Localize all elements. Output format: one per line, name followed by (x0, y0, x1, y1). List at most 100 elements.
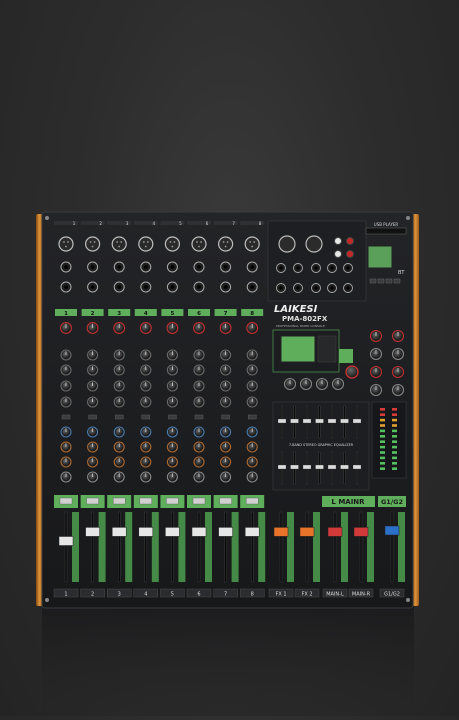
player-button[interactable] (393, 278, 401, 284)
gain-knob[interactable] (246, 322, 259, 334)
channel-knob-1[interactable] (140, 349, 152, 361)
gain-knob[interactable] (166, 322, 179, 334)
channel-knob-3[interactable] (193, 380, 205, 392)
main-out-xlr-left[interactable] (278, 235, 296, 253)
xlr-input[interactable] (191, 236, 207, 252)
channel-switch[interactable] (221, 414, 230, 420)
mute-button[interactable] (139, 497, 153, 505)
channel-knob-1[interactable] (87, 349, 99, 361)
channel-knob-3[interactable] (87, 380, 99, 392)
rca-red[interactable] (346, 237, 354, 245)
channel-knob-7[interactable] (166, 456, 178, 468)
gain-knob[interactable] (139, 322, 152, 334)
channel-knob-2[interactable] (220, 364, 232, 376)
channel-knob-2[interactable] (87, 364, 99, 376)
mute-button[interactable] (192, 497, 206, 505)
fader-cap[interactable] (273, 527, 289, 537)
channel-knob-5[interactable] (60, 426, 72, 438)
fader-cap[interactable] (218, 527, 233, 537)
channel-knob-1[interactable] (220, 349, 232, 361)
rca-red-2[interactable] (346, 250, 354, 258)
channel-knob-5[interactable] (246, 426, 258, 438)
channel-switch[interactable] (88, 414, 97, 420)
channel-knob-6[interactable] (113, 441, 125, 453)
channel-knob-8[interactable] (246, 471, 258, 483)
fader-cap[interactable] (299, 527, 315, 537)
fader-cap[interactable] (327, 527, 343, 537)
eq-slider-cap[interactable] (315, 418, 324, 424)
xlr-input[interactable] (84, 236, 101, 252)
eq-slider-cap[interactable] (290, 418, 299, 424)
channel-knob-7[interactable] (113, 456, 125, 468)
master-knob-6[interactable] (391, 365, 405, 379)
channel-switch[interactable] (141, 414, 151, 420)
channel-knob-3[interactable] (220, 380, 232, 392)
eq-slider-cap[interactable] (315, 464, 324, 470)
player-button[interactable] (385, 278, 393, 284)
channel-knob-3[interactable] (140, 380, 152, 392)
channel-knob-3[interactable] (113, 380, 125, 392)
xlr-input[interactable] (218, 236, 234, 252)
fader-cap[interactable] (58, 536, 74, 546)
channel-knob-8[interactable] (166, 471, 178, 483)
master-knob-5[interactable] (369, 365, 383, 379)
channel-knob-5[interactable] (113, 426, 125, 438)
channel-knob-7[interactable] (220, 456, 232, 468)
rca-white[interactable] (334, 237, 342, 245)
player-button[interactable] (369, 278, 377, 284)
channel-knob-5[interactable] (193, 426, 205, 438)
eq-slider-cap[interactable] (302, 418, 312, 424)
channel-knob-7[interactable] (60, 456, 72, 468)
eq-slider-cap[interactable] (340, 418, 349, 424)
gain-knob[interactable] (86, 322, 99, 334)
channel-knob-4[interactable] (87, 396, 99, 408)
xlr-input[interactable] (111, 236, 127, 252)
channel-knob-1[interactable] (193, 349, 205, 361)
eq-slider-cap[interactable] (327, 418, 337, 424)
player-button[interactable] (377, 278, 385, 284)
channel-knob-4[interactable] (193, 396, 205, 408)
channel-knob-2[interactable] (193, 364, 205, 376)
master-knob-3[interactable] (369, 347, 383, 361)
channel-knob-3[interactable] (60, 380, 72, 392)
master-knob-1[interactable] (369, 329, 383, 343)
fader-cap[interactable] (384, 525, 400, 536)
xlr-input[interactable] (138, 236, 154, 252)
xlr-input[interactable] (244, 236, 260, 252)
fader-cap[interactable] (191, 527, 207, 537)
master-knob-9[interactable] (283, 377, 297, 391)
eq-slider-cap[interactable] (277, 418, 287, 424)
xlr-input[interactable] (58, 236, 74, 252)
master-knob-8[interactable] (391, 383, 405, 397)
channel-knob-7[interactable] (246, 456, 258, 468)
channel-knob-6[interactable] (193, 441, 205, 453)
channel-knob-8[interactable] (193, 471, 205, 483)
channel-knob-8[interactable] (140, 471, 152, 483)
mute-button[interactable] (112, 497, 126, 505)
channel-switch[interactable] (114, 414, 124, 420)
eq-slider-cap[interactable] (352, 418, 362, 424)
fader-cap[interactable] (85, 527, 100, 537)
channel-knob-5[interactable] (140, 426, 152, 438)
master-knob-2[interactable] (391, 329, 405, 343)
effect-select-knob[interactable] (345, 365, 359, 379)
mute-button[interactable] (59, 497, 73, 505)
channel-knob-1[interactable] (113, 349, 125, 361)
channel-knob-6[interactable] (166, 441, 178, 453)
channel-knob-6[interactable] (60, 441, 72, 453)
channel-knob-6[interactable] (140, 441, 152, 453)
channel-knob-1[interactable] (60, 349, 72, 361)
master-knob-4[interactable] (391, 347, 405, 361)
channel-knob-5[interactable] (220, 426, 232, 438)
channel-switch[interactable] (247, 414, 257, 420)
eq-slider-cap[interactable] (327, 464, 337, 470)
channel-knob-4[interactable] (246, 396, 258, 408)
channel-knob-5[interactable] (87, 426, 99, 438)
fader-cap[interactable] (353, 527, 369, 537)
eq-slider-cap[interactable] (340, 464, 349, 470)
gain-knob[interactable] (113, 322, 126, 334)
eq-slider-cap[interactable] (290, 464, 299, 470)
channel-knob-8[interactable] (113, 471, 125, 483)
channel-knob-4[interactable] (113, 396, 125, 408)
channel-knob-4[interactable] (60, 396, 72, 408)
